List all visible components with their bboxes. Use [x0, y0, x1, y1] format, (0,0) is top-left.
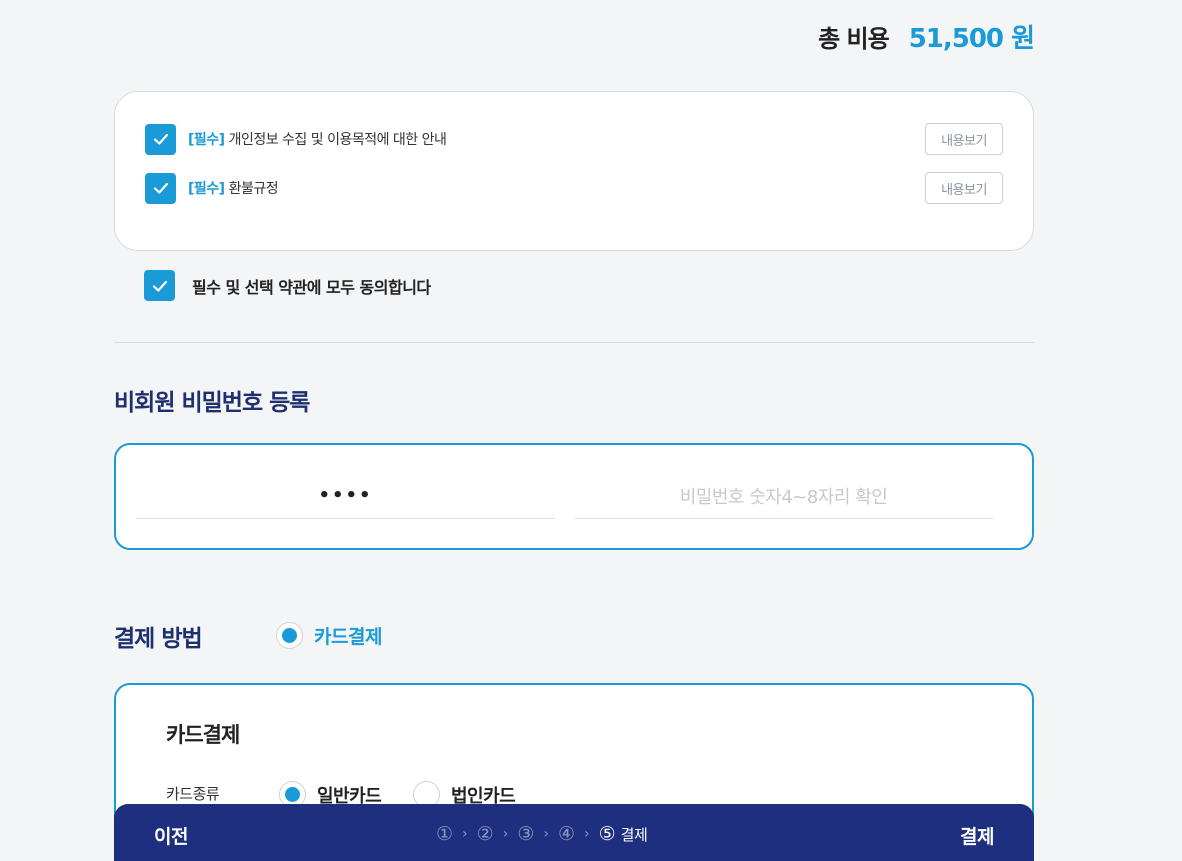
total-cost-label: 총 비용 — [818, 25, 890, 53]
required-tag: [필수] — [188, 132, 225, 148]
privacy-view-button[interactable]: 내용보기 — [925, 123, 1003, 155]
refund-checkbox[interactable] — [145, 172, 176, 204]
password-input[interactable]: •••• — [136, 473, 555, 519]
divider — [114, 342, 1034, 343]
step-separator-icon: › — [584, 826, 590, 842]
step-3: ③ — [517, 823, 535, 845]
required-tag: [필수] — [188, 181, 225, 197]
step-2: ② — [476, 823, 494, 845]
bottom-nav-bar: 이전 ① › ② › ③ › ④ › ⑤ 결제 결제 — [114, 804, 1034, 861]
terms-box: [필수] 개인정보 수집 및 이용목적에 대한 안내 내용보기 [필수] 환불규정 … — [114, 91, 1034, 251]
step-separator-icon: › — [543, 826, 549, 842]
terms-row-privacy: [필수] 개인정보 수집 및 이용목적에 대한 안내 내용보기 — [145, 123, 1003, 155]
agree-all-checkbox[interactable] — [144, 270, 175, 301]
privacy-terms-label: 개인정보 수집 및 이용목적에 대한 안내 — [228, 132, 447, 148]
card-payment-radio[interactable] — [276, 622, 303, 649]
card-type-label: 카드종류 — [166, 785, 220, 803]
payment-method-title: 결제 방법 — [114, 626, 203, 652]
password-section-title: 비회원 비밀번호 등록 — [114, 390, 310, 416]
refund-terms-text: [필수] 환불규정 — [188, 178, 279, 198]
card-payment-label: 카드결제 — [314, 626, 382, 648]
step-separator-icon: › — [462, 826, 468, 842]
step-indicator: ① › ② › ③ › ④ › ⑤ 결제 — [436, 823, 648, 845]
privacy-checkbox[interactable] — [145, 123, 176, 155]
active-step-label: 결제 — [620, 825, 648, 844]
agree-all: 필수 및 선택 약관에 모두 동의합니다 — [144, 270, 431, 301]
step-4: ④ — [557, 823, 576, 845]
agree-all-label: 필수 및 선택 약관에 모두 동의합니다 — [192, 277, 431, 297]
step-1: ① — [436, 823, 454, 845]
refund-terms-label: 환불규정 — [228, 181, 279, 197]
privacy-terms-text: [필수] 개인정보 수집 및 이용목적에 대한 안내 — [188, 129, 447, 149]
check-icon — [153, 182, 168, 194]
pay-button[interactable]: 결제 — [960, 822, 994, 849]
terms-row-refund: [필수] 환불규정 내용보기 — [145, 172, 1003, 204]
check-icon — [152, 280, 167, 292]
password-confirm-input[interactable]: 비밀번호 숫자4~8자리 확인 — [574, 473, 993, 519]
prev-button[interactable]: 이전 — [154, 822, 188, 849]
total-cost: 총 비용 51,500 원 — [818, 18, 1035, 55]
refund-view-button[interactable]: 내용보기 — [925, 172, 1003, 204]
payment-method-card-option[interactable]: 카드결제 — [276, 622, 382, 649]
step-5: ⑤ — [598, 823, 616, 845]
total-cost-amount: 51,500 원 — [908, 24, 1035, 54]
check-icon — [153, 133, 168, 145]
card-payment-title: 카드결제 — [166, 723, 240, 747]
password-box: •••• 비밀번호 숫자4~8자리 확인 — [114, 443, 1034, 550]
step-separator-icon: › — [502, 826, 509, 842]
